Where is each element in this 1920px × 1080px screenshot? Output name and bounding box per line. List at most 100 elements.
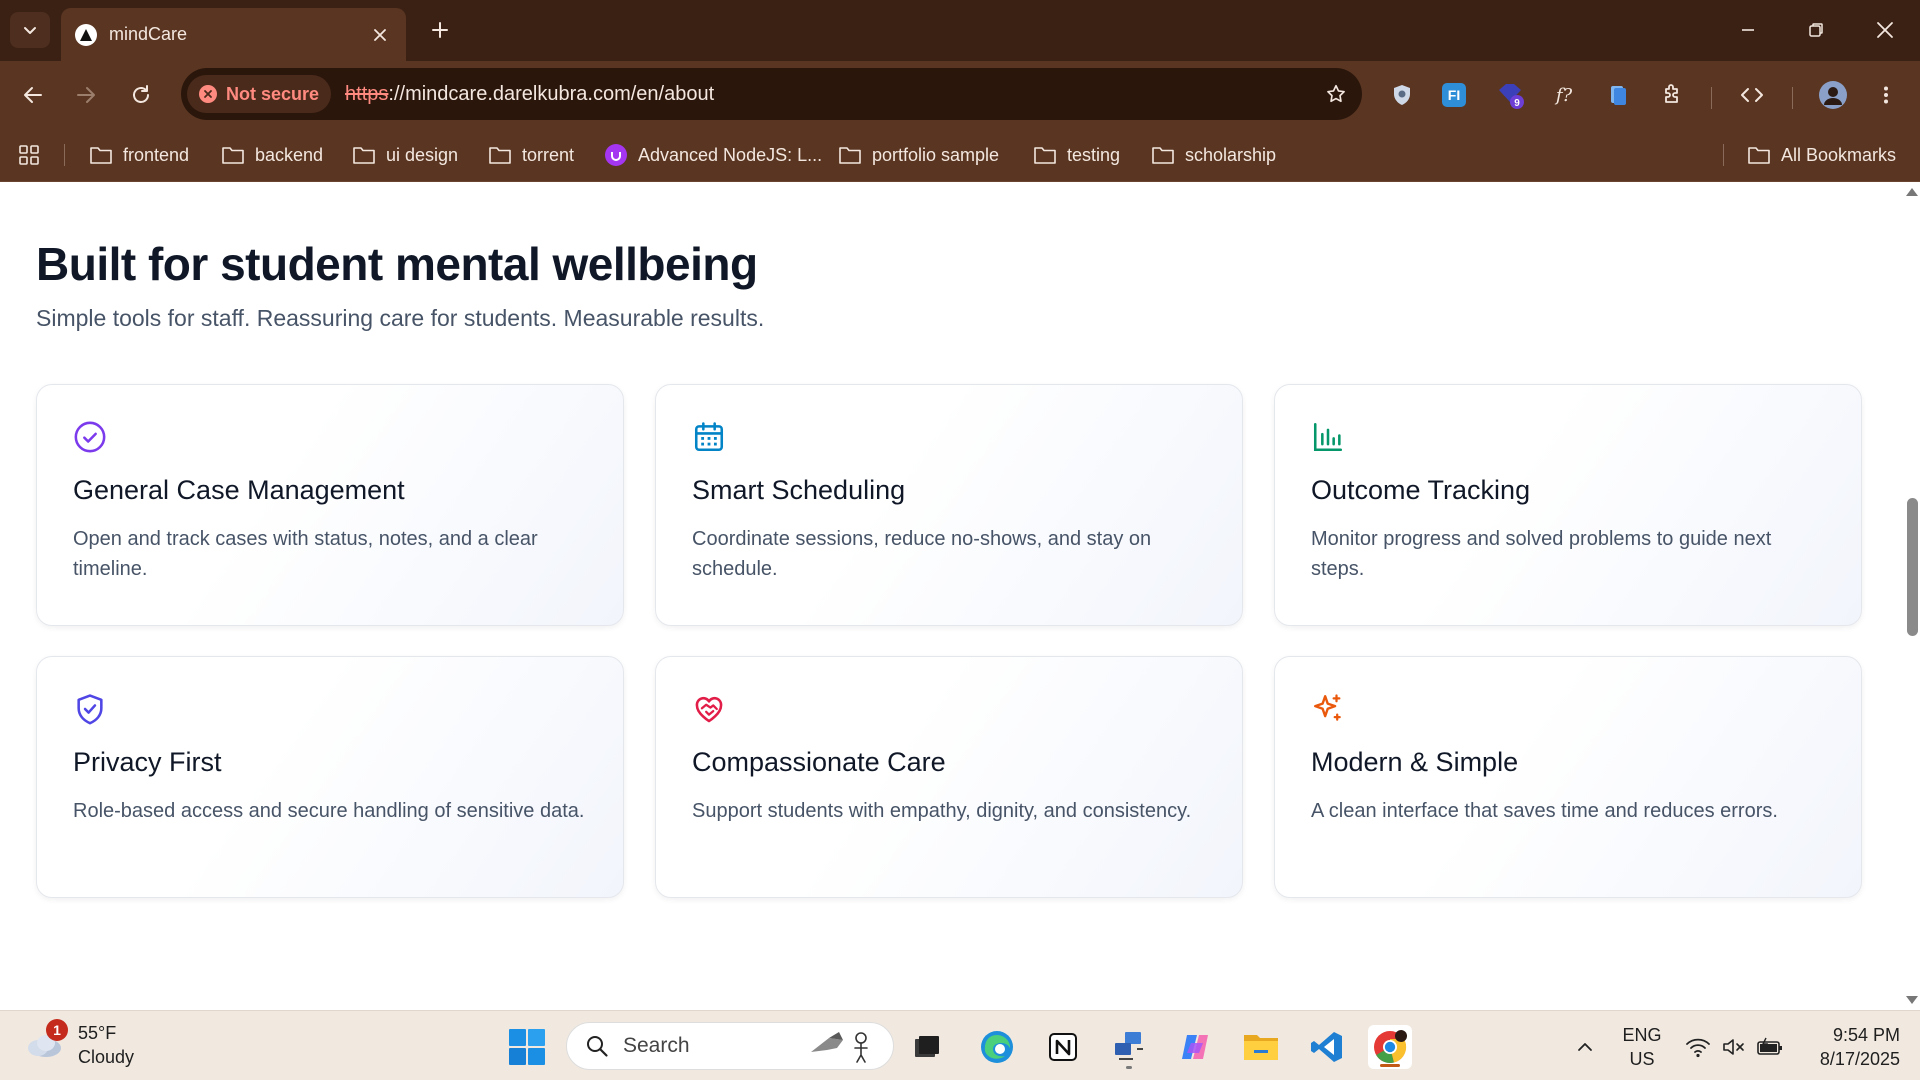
bookmark-label: backend — [255, 144, 324, 165]
bookmark-portfolio-sample[interactable]: portfolio sample — [838, 141, 999, 169]
svg-text:9: 9 — [1514, 98, 1520, 109]
security-indicator[interactable]: Not secure — [187, 75, 332, 113]
taskbar-chrome[interactable] — [1368, 1025, 1412, 1069]
shield-check-icon — [72, 691, 108, 727]
copilot-icon — [1182, 1035, 1208, 1059]
browser-titlebar: mindCare — [0, 0, 1920, 61]
more-vertical-icon — [1884, 86, 1888, 104]
browser-menu-button[interactable] — [1866, 75, 1906, 115]
bookmark-advanced-nodejs[interactable]: Advanced NodeJS: L... — [604, 141, 822, 169]
check-circle-icon — [72, 419, 108, 455]
avatar-icon — [1819, 81, 1847, 109]
battery-charging-icon — [1757, 1037, 1782, 1055]
plus-icon — [432, 22, 448, 38]
browser-toolbar: Not secure https://mindcare.darelkubra.c… — [0, 61, 1920, 128]
system-clock[interactable]: 9:54 PM 8/17/2025 — [1800, 1023, 1900, 1071]
fi-extension-icon: FI — [1442, 83, 1466, 107]
address-bar[interactable]: Not secure https://mindcare.darelkubra.c… — [181, 68, 1362, 120]
tab-close-icon[interactable] — [368, 23, 392, 47]
bookmark-label: torrent — [522, 144, 575, 165]
restore-button[interactable] — [1796, 12, 1836, 48]
taskbar-search-box[interactable]: Search — [566, 1022, 894, 1070]
page-viewport: Built for student mental wellbeing Simpl… — [0, 182, 1920, 1010]
folder-icon — [489, 147, 511, 164]
reload-button[interactable] — [121, 75, 161, 115]
bookmark-scholarship[interactable]: scholarship — [1151, 141, 1276, 169]
start-button[interactable] — [508, 1028, 546, 1066]
taskbar-notion[interactable] — [1041, 1025, 1085, 1069]
devtools-button[interactable] — [1732, 75, 1772, 115]
input-language-indicator[interactable]: ENG US — [1617, 1023, 1667, 1071]
chrome-browser-icon — [1374, 1030, 1407, 1063]
bookmark-label: portfolio sample — [872, 144, 1000, 165]
extension-docs[interactable] — [1598, 75, 1638, 115]
edge-browser-icon — [981, 1031, 1013, 1063]
task-view-icon — [915, 1036, 939, 1057]
back-button[interactable] — [13, 75, 53, 115]
bookmark-torrent[interactable]: torrent — [488, 141, 574, 169]
feature-description: Coordinate sessions, reduce no-shows, an… — [692, 528, 1152, 580]
arrow-left-icon — [24, 87, 42, 103]
security-label: Not secure — [226, 83, 320, 104]
search-icon — [587, 1036, 608, 1057]
bookmark-testing[interactable]: testing — [1033, 141, 1120, 169]
taskbar-vscode[interactable] — [1305, 1025, 1349, 1069]
tab-title: mindCare — [109, 24, 188, 44]
feature-title: Compassionate Care — [692, 747, 946, 777]
feature-description: Support students with empathy, dignity, … — [692, 800, 1192, 822]
restore-icon — [1809, 23, 1823, 37]
new-tab-button[interactable] — [424, 14, 456, 46]
feature-card-compassionate-care: Compassionate Care Support students with… — [655, 656, 1243, 898]
minimize-icon — [1742, 29, 1754, 31]
apps-grid-button[interactable] — [18, 141, 50, 169]
taskbar-network-app[interactable] — [1107, 1025, 1151, 1069]
feature-description: Monitor progress and solved problems to … — [1311, 528, 1772, 580]
bookmark-star-icon[interactable] — [1316, 74, 1356, 114]
minimize-button[interactable] — [1728, 12, 1768, 48]
taskbar-search-placeholder: Search — [623, 1034, 690, 1057]
weather-notification-badge: 1 — [46, 1019, 68, 1041]
bookmark-label: Advanced NodeJS: L... — [638, 144, 823, 165]
tab-search-button[interactable] — [10, 12, 50, 48]
close-window-button[interactable] — [1865, 12, 1905, 48]
scroll-up-arrow-icon[interactable] — [1906, 188, 1918, 196]
page-scrollbar[interactable] — [1902, 182, 1920, 1010]
puzzle-icon — [1665, 84, 1678, 103]
weather-widget[interactable]: 1 55°F Cloudy — [24, 1019, 134, 1069]
feature-title: General Case Management — [73, 475, 405, 505]
scroll-down-arrow-icon[interactable] — [1906, 996, 1918, 1004]
browser-tab-active[interactable]: mindCare — [61, 8, 406, 61]
taskbar-task-view[interactable] — [905, 1025, 949, 1069]
show-hidden-icons-button[interactable] — [1563, 1025, 1607, 1069]
extension-font[interactable]: f? — [1544, 75, 1584, 115]
bookmark-ui-design[interactable]: ui design — [352, 141, 458, 169]
feature-card-modern-simple: Modern & Simple A clean interface that s… — [1274, 656, 1862, 898]
taskbar-file-explorer[interactable] — [1239, 1025, 1283, 1069]
tray-battery[interactable] — [1748, 1025, 1792, 1069]
feature-title: Outcome Tracking — [1311, 475, 1531, 505]
svg-text:f?: f? — [1554, 85, 1573, 106]
forward-button[interactable] — [66, 75, 106, 115]
profile-avatar[interactable] — [1813, 75, 1853, 115]
url-text[interactable]: https://mindcare.darelkubra.com/en/about — [345, 83, 1316, 106]
folder-icon — [1748, 147, 1770, 164]
scrollbar-thumb[interactable] — [1907, 498, 1918, 636]
folder-explorer-icon — [1244, 1035, 1278, 1060]
feature-card-scheduling: Smart Scheduling Coordinate sessions, re… — [655, 384, 1243, 626]
bookmark-backend[interactable]: backend — [221, 141, 323, 169]
feature-description: Role-based access and secure handling of… — [73, 800, 585, 822]
bookmark-frontend[interactable]: frontend — [89, 141, 189, 169]
notion-icon — [1049, 1033, 1077, 1061]
taskbar-copilot[interactable] — [1173, 1025, 1217, 1069]
vscode-icon — [1311, 1032, 1342, 1062]
all-bookmarks-button[interactable]: All Bookmarks — [1747, 141, 1896, 169]
clock-time: 9:54 PM — [1832, 1025, 1900, 1045]
extension-fi[interactable]: FI — [1434, 75, 1474, 115]
extensions-menu[interactable] — [1652, 75, 1692, 115]
chevron-up-icon — [1578, 1043, 1592, 1051]
feature-card-case-management: General Case Management Open and track c… — [36, 384, 624, 626]
extension-gem[interactable]: 9 — [1490, 75, 1530, 115]
arrow-right-icon — [77, 87, 95, 103]
extension-shield[interactable] — [1382, 75, 1422, 115]
taskbar-edge[interactable] — [975, 1025, 1019, 1069]
